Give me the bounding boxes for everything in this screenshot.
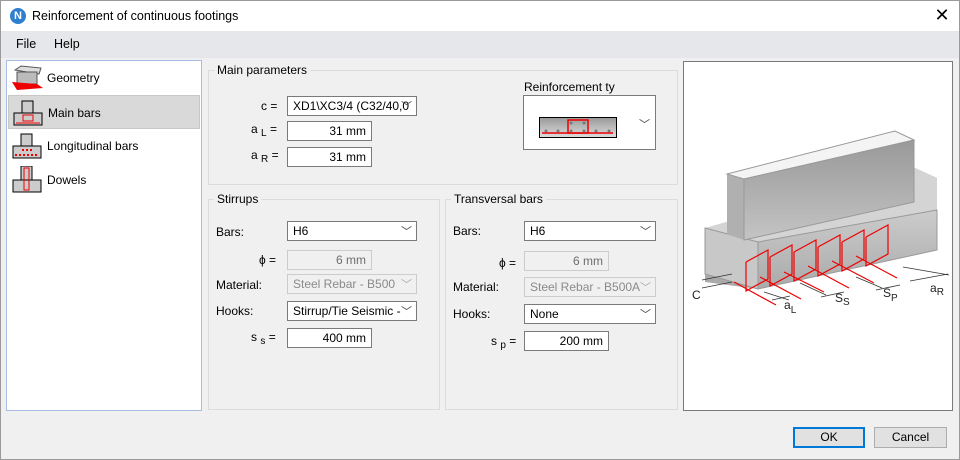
transversal-hooks-select[interactable]: None ﹀ (524, 304, 656, 324)
transversal-hooks-label: Hooks: (453, 307, 491, 321)
chevron-down-icon: ﹀ (401, 306, 412, 318)
exposure-class-select[interactable]: XD1\XC3/4 (C32/40,0 ﹀ (287, 96, 417, 116)
chevron-down-icon: ﹀ (640, 309, 651, 321)
select-value: H6 (530, 224, 546, 238)
reinforcement-type-label: Reinforcement ty (524, 80, 615, 94)
ss-dim-label: SS (835, 291, 850, 308)
stirrups-phi-label: ϕ = (259, 253, 277, 267)
ss-label: s s = (251, 330, 276, 347)
stirrups-bars-label: Bars: (216, 225, 245, 239)
sidebar-item-dowels[interactable]: Dowels (8, 163, 200, 197)
select-value: None (530, 307, 559, 321)
footing-diagram: C aL SS SP aR (683, 61, 953, 411)
sp-input[interactable] (524, 331, 609, 351)
aL-input[interactable] (287, 121, 372, 141)
chevron-down-icon: ﹀ (640, 226, 651, 238)
transversal-material-select: Steel Rebar - B500A ﹀ (524, 277, 656, 297)
aL-dim-label: aL (784, 298, 797, 316)
c-label: c = (261, 99, 278, 113)
transversal-material-label: Material: (453, 280, 500, 294)
stirrups-material-select: Steel Rebar - B500 ﹀ (287, 274, 417, 294)
aR-input[interactable] (287, 147, 372, 167)
chevron-down-icon: ﹀ (640, 282, 651, 294)
ss-input[interactable] (287, 328, 372, 348)
select-value: Stirrup/Tie Seismic - (293, 304, 401, 318)
sidebar-item-label: Dowels (47, 173, 87, 187)
sidebar-item-longitudinal-bars[interactable]: Longitudinal bars (8, 129, 200, 163)
chevron-down-icon: ﹀ (401, 101, 412, 113)
longitudinal-bars-icon (12, 133, 42, 159)
aR-dim-label: aR (930, 281, 944, 298)
sp-dim-label: SP (883, 286, 898, 304)
sidebar-item-label: Main bars (48, 106, 101, 120)
stirrups-material-label: Material: (216, 278, 263, 292)
reinforcement-type-icon (539, 117, 617, 138)
window-title: Reinforcement of continuous footings (32, 9, 239, 23)
transversal-bars-title: Transversal bars (451, 192, 546, 206)
stirrups-phi-input (287, 250, 372, 270)
chevron-down-icon: ﹀ (401, 279, 412, 291)
main-bars-icon (13, 100, 43, 126)
ok-button[interactable]: OK (793, 427, 865, 448)
cancel-button[interactable]: Cancel (874, 427, 947, 448)
sidebar-item-label: Geometry (47, 71, 100, 85)
footing-3d-illustration: C aL SS SP aR (692, 130, 950, 316)
select-value: H6 (293, 224, 309, 238)
app-logo-icon: N (10, 8, 26, 24)
transversal-bars-label: Bars: (453, 224, 482, 238)
select-value: XD1\XC3/4 (C32/40,0 (293, 99, 410, 113)
sidebar-item-main-bars[interactable]: Main bars (8, 95, 200, 129)
c-dim-label: C (692, 288, 701, 302)
sp-label: s p = (491, 334, 517, 351)
main-parameters-title: Main parameters (214, 63, 311, 77)
sidebar-item-geometry[interactable]: Geometry (8, 61, 200, 95)
close-icon[interactable]: ✕ (931, 5, 953, 26)
chevron-down-icon: ﹀ (639, 119, 650, 131)
reinforcement-type-select[interactable]: ﹀ (523, 95, 656, 150)
transversal-phi-input (524, 251, 609, 271)
stirrups-bars-select[interactable]: H6 ﹀ (287, 221, 417, 241)
transversal-bars-select[interactable]: H6 ﹀ (524, 221, 656, 241)
sidebar: Geometry Main bars Longitudinal bars Dow… (6, 60, 202, 411)
stirrups-hooks-select[interactable]: Stirrup/Tie Seismic - ﹀ (287, 301, 417, 321)
aR-label: a R = (251, 148, 279, 165)
menu-bar (1, 31, 959, 58)
select-value: Steel Rebar - B500A (530, 280, 641, 294)
select-value: Steel Rebar - B500 (293, 277, 396, 291)
sidebar-item-label: Longitudinal bars (47, 139, 139, 153)
stirrups-title: Stirrups (214, 192, 262, 206)
dowels-icon (12, 166, 42, 193)
geometry-icon (12, 65, 43, 90)
menu-file[interactable]: File (16, 37, 36, 51)
stirrups-hooks-label: Hooks: (216, 304, 254, 318)
chevron-down-icon: ﹀ (401, 226, 412, 238)
menu-help[interactable]: Help (54, 37, 80, 51)
transversal-phi-label: ϕ = (499, 256, 517, 270)
aL-label: a L = (251, 122, 277, 139)
